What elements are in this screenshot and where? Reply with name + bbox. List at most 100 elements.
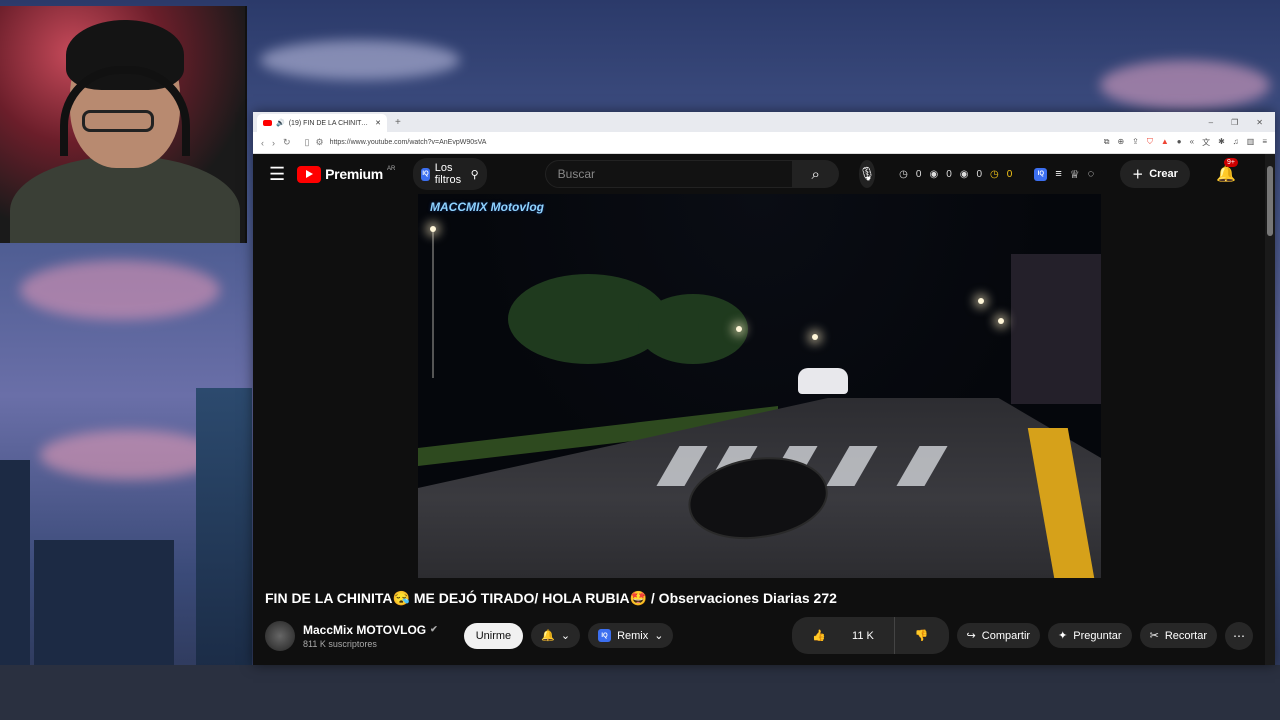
video-tree: [638, 294, 748, 364]
share-label: Compartir: [981, 629, 1031, 642]
scissors-icon: ✂: [1149, 630, 1159, 642]
bell-icon: 🔔: [541, 630, 555, 642]
create-button[interactable]: ＋ Crear: [1120, 160, 1190, 188]
channel-watermark: MACCMIX Motovlog: [430, 200, 544, 214]
webcam-overlay: [0, 6, 247, 243]
dislike-button[interactable]: 👎: [895, 617, 949, 654]
notifications-button[interactable]: 🔔 9+: [1215, 158, 1238, 184]
background-cloud: [260, 40, 460, 80]
iq-icon[interactable]: IQ: [1034, 167, 1048, 181]
youtube-favicon-icon: [263, 120, 272, 126]
youtube-page: ☰ Premium AR IQ Los filtros ⚲ Buscar ⌕ 🎙…: [253, 154, 1265, 665]
extension-counters: ◷ 0 ◉ 0 ◉ 0 ◷ 0: [899, 169, 1012, 180]
new-tab-button[interactable]: +: [395, 117, 401, 128]
tab-youtube[interactable]: 🔊 (19) FIN DE LA CHINITA😪 M ✕: [257, 114, 387, 132]
chat-icon[interactable]: ◌: [1088, 168, 1095, 180]
clip-button[interactable]: ✂ Recortar: [1139, 623, 1217, 648]
tab-title: (19) FIN DE LA CHINITA😪 M: [288, 120, 372, 127]
remix-label: Remix: [617, 629, 649, 642]
channel-name-row[interactable]: MaccMix MOTOVLOG ✔: [303, 623, 438, 637]
youtube-logo[interactable]: Premium AR: [297, 165, 396, 183]
action-buttons: 👍 11 K 👎 ↪ Compartir ✦ Preguntar ✂ Recor…: [792, 617, 1253, 654]
shield-icon[interactable]: ⛉: [1147, 137, 1153, 148]
channel-avatar[interactable]: [265, 620, 295, 651]
search-icon: ⌕: [811, 165, 820, 183]
extension-icon[interactable]: ●: [1177, 137, 1182, 148]
hamburger-menu-icon[interactable]: ☰: [269, 164, 285, 185]
header-extension-icons: IQ ≡ ♕ ◌: [1034, 167, 1095, 181]
close-tab-icon[interactable]: ✕: [375, 119, 381, 127]
video-car: [798, 368, 848, 394]
video-metadata: FIN DE LA CHINITA😪 ME DEJÓ TIRADO/ HOLA …: [265, 590, 1253, 654]
filters-button[interactable]: IQ Los filtros ⚲: [413, 158, 487, 190]
share-button[interactable]: ↪ Compartir: [956, 623, 1041, 648]
close-window-button[interactable]: ✕: [1256, 118, 1263, 127]
join-button[interactable]: Unirme: [463, 622, 524, 649]
tab-bar: 🔊 (19) FIN DE LA CHINITA😪 M ✕ + – ❐ ✕: [253, 112, 1275, 132]
zoom-icon[interactable]: ⊕: [1117, 137, 1124, 148]
video-streetlight: [736, 326, 742, 332]
create-label: Crear: [1149, 168, 1178, 180]
sidebar-icon[interactable]: ▥: [1247, 137, 1255, 148]
bell-icon: 🔔: [1215, 166, 1236, 183]
share-page-icon[interactable]: ⇪: [1132, 137, 1139, 148]
counter-value: 0: [915, 168, 922, 180]
video-lamppost: [432, 228, 434, 378]
channel-info: MaccMix MOTOVLOG ✔ 811 K suscriptores: [303, 623, 438, 649]
site-info-icon[interactable]: ⚙: [316, 137, 324, 148]
menu-icon[interactable]: ≡: [1262, 137, 1267, 148]
video-streetlight: [812, 334, 818, 340]
filters-label: Los filtros: [434, 162, 462, 186]
external-link-icon[interactable]: ⧉: [1104, 137, 1110, 148]
puzzle-icon[interactable]: ✱: [1218, 137, 1225, 148]
search-button[interactable]: ⌕: [792, 160, 839, 188]
ask-label: Preguntar: [1073, 629, 1122, 642]
share-icon: ↪: [966, 630, 976, 642]
background-cloud: [20, 260, 220, 320]
translate-icon[interactable]: 文: [1202, 137, 1210, 148]
plus-icon: ＋: [1132, 169, 1144, 181]
chevron-down-icon: ⌄: [560, 630, 571, 642]
chevron-down-icon: ⌄: [654, 630, 664, 642]
forward-icon[interactable]: ›: [272, 138, 275, 148]
counter-value: 0: [976, 168, 983, 180]
owner-row: MaccMix MOTOVLOG ✔ 811 K suscriptores Un…: [265, 617, 1253, 654]
logo-text: Premium: [325, 166, 383, 182]
reload-icon[interactable]: ↻: [283, 137, 291, 148]
music-icon[interactable]: ♫: [1233, 137, 1239, 148]
trophy-icon[interactable]: ♕: [1070, 168, 1080, 181]
alert-icon[interactable]: ▲: [1161, 137, 1169, 148]
region-code: AR: [386, 166, 396, 172]
video-player[interactable]: MACCMIX Motovlog: [418, 194, 1101, 578]
video-building: [1011, 254, 1101, 404]
search-input[interactable]: Buscar: [544, 160, 793, 188]
verified-icon: ✔: [430, 624, 438, 634]
iq-icon: IQ: [598, 629, 612, 642]
maximize-button[interactable]: ❐: [1231, 118, 1238, 127]
channel-name[interactable]: MaccMix MOTOVLOG: [303, 623, 426, 637]
counter-value: 0: [946, 168, 952, 180]
ask-button[interactable]: ✦ Preguntar: [1048, 623, 1132, 648]
back-icon[interactable]: ‹: [261, 138, 264, 148]
notification-badge: 9+: [1223, 158, 1238, 167]
timer-icon: ◷: [990, 168, 999, 180]
url-field[interactable]: ▯ ⚙ https://www.youtube.com/watch?v=AnEv…: [299, 135, 1096, 151]
scrollbar-thumb[interactable]: [1267, 166, 1273, 236]
video-streetlight: [998, 318, 1004, 324]
minimize-button[interactable]: –: [1209, 118, 1213, 127]
remix-button[interactable]: IQ Remix ⌄: [588, 623, 674, 648]
playlist-icon[interactable]: ≡: [1055, 168, 1061, 180]
subscription-bell-button[interactable]: 🔔 ⌄: [531, 623, 581, 648]
like-count: 11 K: [852, 629, 874, 642]
glasses: [82, 110, 154, 132]
bookmark-icon[interactable]: ▯: [305, 137, 310, 148]
like-button[interactable]: 👍 11 K: [792, 617, 894, 654]
voice-search-button[interactable]: 🎙: [858, 160, 876, 188]
more-actions-button[interactable]: ⋯: [1225, 621, 1253, 650]
thumbs-up-icon: 👍: [812, 630, 827, 642]
page-scrollbar[interactable]: [1265, 154, 1275, 665]
youtube-play-icon: [297, 165, 322, 183]
url-text: https://www.youtube.com/watch?v=AnEvpW90…: [329, 139, 487, 146]
thumbs-down-icon: 👎: [914, 630, 929, 642]
extension-icon[interactable]: «: [1190, 137, 1194, 148]
